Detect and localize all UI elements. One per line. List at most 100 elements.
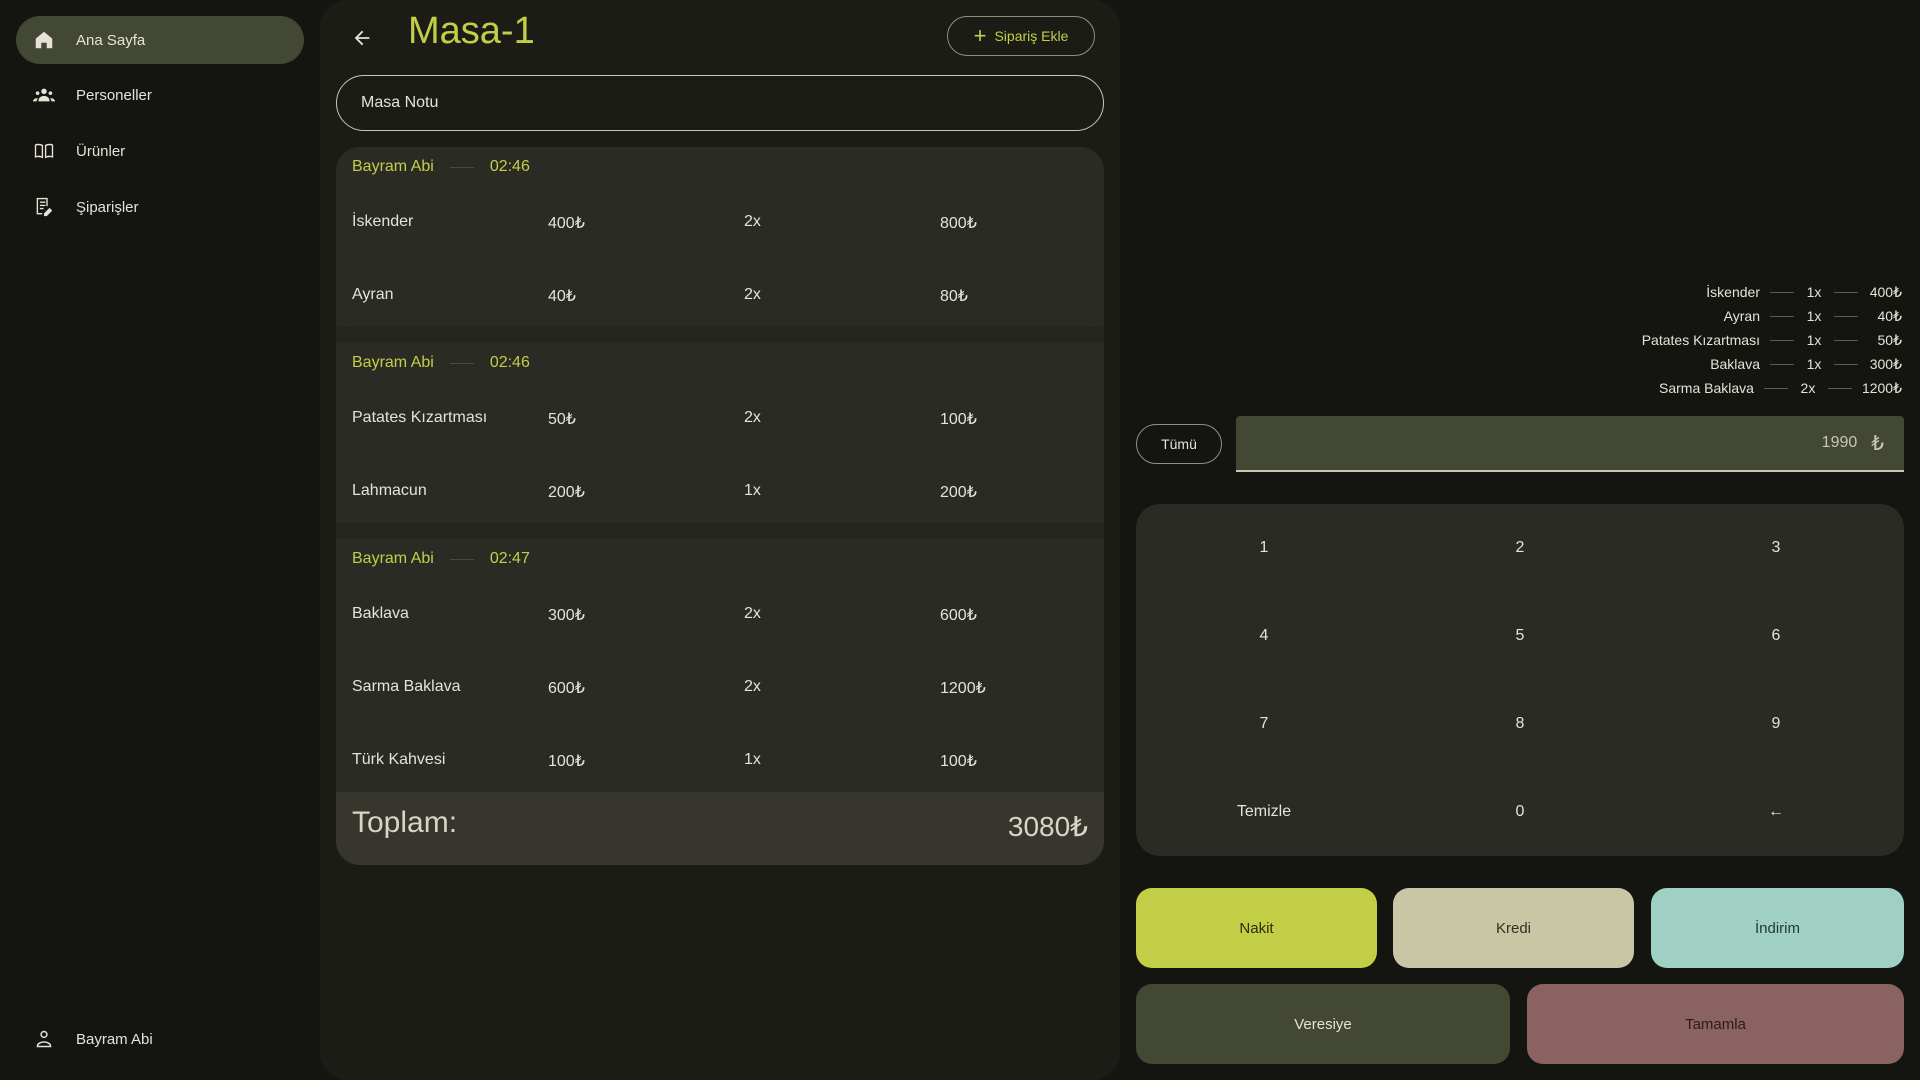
total-value: 3080₺ <box>1007 811 1088 842</box>
key-clear[interactable]: Temizle <box>1136 768 1392 856</box>
summary-total: 1200₺ <box>1861 379 1902 396</box>
order-item-row[interactable]: Ayran 40₺ 2x 80₺ <box>352 286 1092 310</box>
key-1[interactable]: 1 <box>1136 504 1392 592</box>
key-6[interactable]: 6 <box>1648 592 1904 680</box>
complete-button[interactable]: Tamamla <box>1527 984 1904 1064</box>
on-account-button[interactable]: Veresiye <box>1136 984 1510 1064</box>
sidebar-item-label: Personeller <box>76 86 152 104</box>
table-note-input[interactable] <box>336 75 1104 131</box>
summary-total: 40₺ <box>1877 307 1902 324</box>
select-all-button[interactable]: Tümü <box>1136 424 1222 464</box>
waiter-name: Bayram Abi <box>352 354 434 371</box>
item-price: 100₺ <box>548 753 585 770</box>
item-price: 400₺ <box>548 215 585 232</box>
item-qty: 2x <box>744 213 761 230</box>
order-total-bar: Toplam: 3080₺ <box>336 792 1104 865</box>
item-qty: 2x <box>744 286 761 303</box>
user-name: Bayram Abi <box>76 1030 153 1048</box>
add-order-label: Sipariş Ekle <box>994 28 1069 44</box>
order-item-row[interactable]: İskender 400₺ 2x 800₺ <box>352 213 1092 237</box>
item-name: İskender <box>352 213 414 230</box>
key-0[interactable]: 0 <box>1392 768 1648 856</box>
order-group-header: Bayram Abi 02:46 <box>352 158 530 176</box>
summary-total: 300₺ <box>1869 355 1902 372</box>
order-group-header: Bayram Abi 02:46 <box>352 354 530 372</box>
order-time: 02:46 <box>489 158 530 175</box>
key-7[interactable]: 7 <box>1136 680 1392 768</box>
item-name: Lahmacun <box>352 482 427 499</box>
arrow-left-icon <box>354 30 370 46</box>
item-total: 80₺ <box>940 288 968 305</box>
order-group: Bayram Abi 02:46 İskender 400₺ 2x 800₺ A… <box>336 147 1104 327</box>
order-item-row[interactable]: Baklava 300₺ 2x 600₺ <box>352 605 1092 629</box>
summary-total: 50₺ <box>1877 331 1902 348</box>
item-name: Patates Kızartması <box>352 409 488 426</box>
item-total: 100₺ <box>940 753 977 770</box>
summary-qty: 1x <box>1806 308 1822 324</box>
group-separator <box>336 327 1104 343</box>
plus-icon: + <box>973 23 987 48</box>
sidebar-item-products[interactable]: Ürünler <box>16 127 304 175</box>
discount-button[interactable]: İndirim <box>1651 888 1904 968</box>
book-icon <box>28 139 60 163</box>
summary-name: İskender <box>1706 284 1760 300</box>
sidebar-item-user[interactable]: Bayram Abi <box>16 1015 304 1063</box>
order-group-header: Bayram Abi 02:47 <box>352 550 530 568</box>
order-item-row[interactable]: Türk Kahvesi 100₺ 1x 100₺ <box>352 751 1092 775</box>
key-4[interactable]: 4 <box>1136 592 1392 680</box>
summary-row: Baklava 1x 300₺ <box>1482 352 1902 376</box>
item-name: Ayran <box>352 286 394 303</box>
order-item-row[interactable]: Patates Kızartması 50₺ 2x 100₺ <box>352 409 1092 433</box>
receipt-edit-icon <box>28 195 60 219</box>
key-2[interactable]: 2 <box>1392 504 1648 592</box>
item-price: 40₺ <box>548 288 576 305</box>
item-total: 800₺ <box>940 215 977 232</box>
people-icon <box>28 83 60 107</box>
order-item-row[interactable]: Sarma Baklava 600₺ 2x 1200₺ <box>352 678 1092 702</box>
summary-row: Patates Kızartması 1x 50₺ <box>1482 328 1902 352</box>
item-price: 300₺ <box>548 607 585 624</box>
sidebar-item-orders[interactable]: Şiparişler <box>16 183 304 231</box>
order-group: Bayram Abi 02:47 Baklava 300₺ 2x 600₺ Sa… <box>336 539 1104 792</box>
add-order-button[interactable]: + Sipariş Ekle <box>947 16 1095 56</box>
sidebar-item-label: Şiparişler <box>76 198 139 216</box>
waiter-name: Bayram Abi <box>352 158 434 175</box>
summary-row: İskender 1x 400₺ <box>1482 280 1902 304</box>
item-price: 50₺ <box>548 411 576 428</box>
sidebar: Ana Sayfa Personeller Ürünler Şiparişler… <box>0 0 318 1080</box>
key-3[interactable]: 3 <box>1648 504 1904 592</box>
credit-button[interactable]: Kredi <box>1393 888 1634 968</box>
summary-name: Sarma Baklava <box>1659 380 1754 396</box>
order-group: Bayram Abi 02:46 Patates Kızartması 50₺ … <box>336 343 1104 523</box>
item-price: 200₺ <box>548 484 585 501</box>
key-8[interactable]: 8 <box>1392 680 1648 768</box>
group-separator <box>336 523 1104 539</box>
item-qty: 1x <box>744 751 761 768</box>
item-qty: 2x <box>744 605 761 622</box>
cash-button[interactable]: Nakit <box>1136 888 1377 968</box>
item-total: 600₺ <box>940 607 977 624</box>
payment-amount: 1990 <box>1821 434 1858 451</box>
summary-qty: 1x <box>1806 332 1822 348</box>
item-qty: 1x <box>744 482 761 499</box>
payment-amount-field[interactable]: 1990 ₺ <box>1236 416 1904 472</box>
order-panel: Masa-1 + Sipariş Ekle Bayram Abi 02:46 İ… <box>320 0 1120 1080</box>
sidebar-item-home[interactable]: Ana Sayfa <box>16 16 304 64</box>
order-time: 02:46 <box>489 354 530 371</box>
item-name: Baklava <box>352 605 409 622</box>
page-title: Masa-1 <box>408 10 535 52</box>
key-9[interactable]: 9 <box>1648 680 1904 768</box>
key-5[interactable]: 5 <box>1392 592 1648 680</box>
summary-row: Sarma Baklava 2x 1200₺ <box>1482 376 1902 400</box>
total-label: Toplam: <box>352 806 458 839</box>
numeric-keypad: 1 2 3 4 5 6 7 8 9 Temizle 0 ← <box>1136 504 1904 856</box>
key-backspace[interactable]: ← <box>1648 768 1904 856</box>
back-button[interactable] <box>344 20 380 56</box>
item-qty: 2x <box>744 409 761 426</box>
sidebar-item-personnel[interactable]: Personeller <box>16 71 304 119</box>
person-icon <box>28 1027 60 1051</box>
summary-total: 400₺ <box>1869 283 1902 300</box>
summary-name: Patates Kızartması <box>1641 332 1760 348</box>
order-item-row[interactable]: Lahmacun 200₺ 1x 200₺ <box>352 482 1092 506</box>
home-icon <box>28 28 60 52</box>
